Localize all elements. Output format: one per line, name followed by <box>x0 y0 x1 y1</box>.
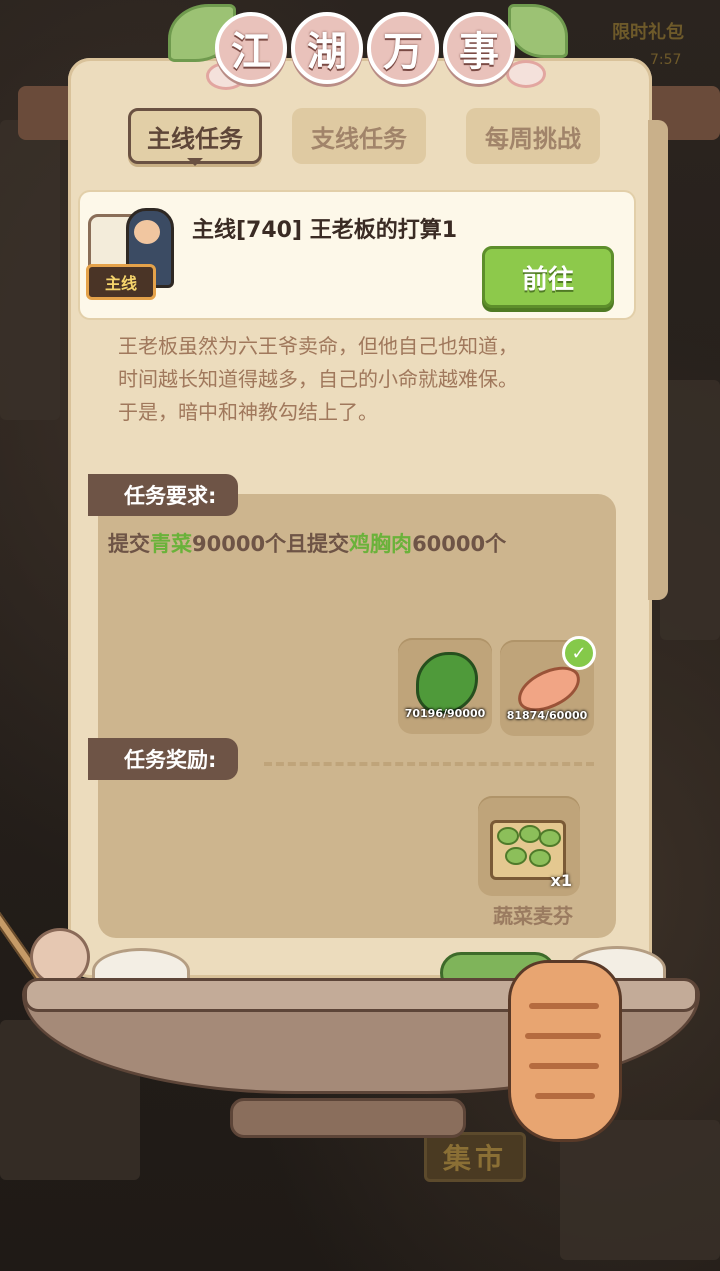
description-line: 时间越长知道得越多，自己的小命就越难保。 <box>118 367 518 391</box>
task-description: 王老板虽然为六王爷卖命，但他自己也知道， 时间越长知道得越多，自己的小命就越难保… <box>118 330 598 429</box>
task-title: 主线[740] 王老板的打算1 <box>192 218 457 243</box>
panel-title: 江 湖 万 事 <box>210 6 520 88</box>
reward-quantity: x1 <box>550 871 572 890</box>
go-button[interactable]: 前往 <box>482 246 614 308</box>
title-char: 湖 <box>291 12 363 84</box>
quest-tabs: 主线任务 支线任务 每周挑战 <box>128 108 600 166</box>
main-quest-badge: 主线 <box>86 264 156 300</box>
market-sign[interactable]: 集市 <box>424 1132 526 1182</box>
tab-side-quest[interactable]: 支线任务 <box>292 108 426 164</box>
bg-building <box>660 380 720 640</box>
cat-stripe <box>525 1033 601 1039</box>
divider <box>264 762 594 766</box>
muffin-icon <box>529 849 551 867</box>
bowl-base <box>230 1098 466 1138</box>
muffin-icon <box>505 847 527 865</box>
cat-stripe <box>535 1093 595 1099</box>
cat-mascot-icon <box>508 960 622 1142</box>
cat-stripe <box>529 1063 599 1069</box>
requirement-item-chicken-breast[interactable]: ✓ 81874/60000 <box>500 636 596 736</box>
bg-building <box>560 1120 720 1260</box>
bg-building <box>0 120 60 420</box>
req-text-part: 提交 <box>108 532 150 556</box>
requirements-text: 提交青菜90000个且提交鸡胸肉60000个 <box>108 528 506 558</box>
req-item-name: 鸡胸肉 <box>349 532 413 556</box>
tab-weekly-challenge[interactable]: 每周挑战 <box>466 108 600 164</box>
muffin-icon <box>539 829 561 847</box>
reward-item-vegetable-muffin[interactable]: x1 <box>478 796 580 896</box>
requirements-header: 任务要求: <box>88 474 239 516</box>
panel-edge <box>648 120 668 600</box>
rewards-header: 任务奖励: <box>88 738 239 780</box>
limited-gift-label[interactable]: 限时礼包 <box>612 18 684 44</box>
item-count: 70196/90000 <box>404 707 486 720</box>
title-char: 万 <box>367 12 439 84</box>
gift-timer: 7:57 <box>650 52 682 68</box>
title-char: 江 <box>215 12 287 84</box>
tab-main-quest[interactable]: 主线任务 <box>128 108 262 166</box>
muffin-icon <box>497 827 519 845</box>
req-text-part: 90000个且提交 <box>192 532 350 556</box>
description-line: 王老板虽然为六王爷卖命，但他自己也知道， <box>118 334 518 358</box>
muffin-icon <box>519 825 541 843</box>
check-icon: ✓ <box>562 636 596 670</box>
reward-name: 蔬菜麦芬 <box>493 904 573 928</box>
cat-stripe <box>529 1003 599 1009</box>
character-face-icon <box>134 220 160 244</box>
task-avatar: 主线 <box>86 204 174 300</box>
title-char: 事 <box>443 12 515 84</box>
description-line: 于是，暗中和神教勾结上了。 <box>118 400 378 424</box>
req-item-name: 青菜 <box>150 532 192 556</box>
item-count: 81874/60000 <box>506 709 588 722</box>
req-text-part: 60000个 <box>412 532 507 556</box>
bok-choy-icon <box>416 652 478 714</box>
requirement-item-bok-choy[interactable]: 70196/90000 <box>398 638 492 734</box>
